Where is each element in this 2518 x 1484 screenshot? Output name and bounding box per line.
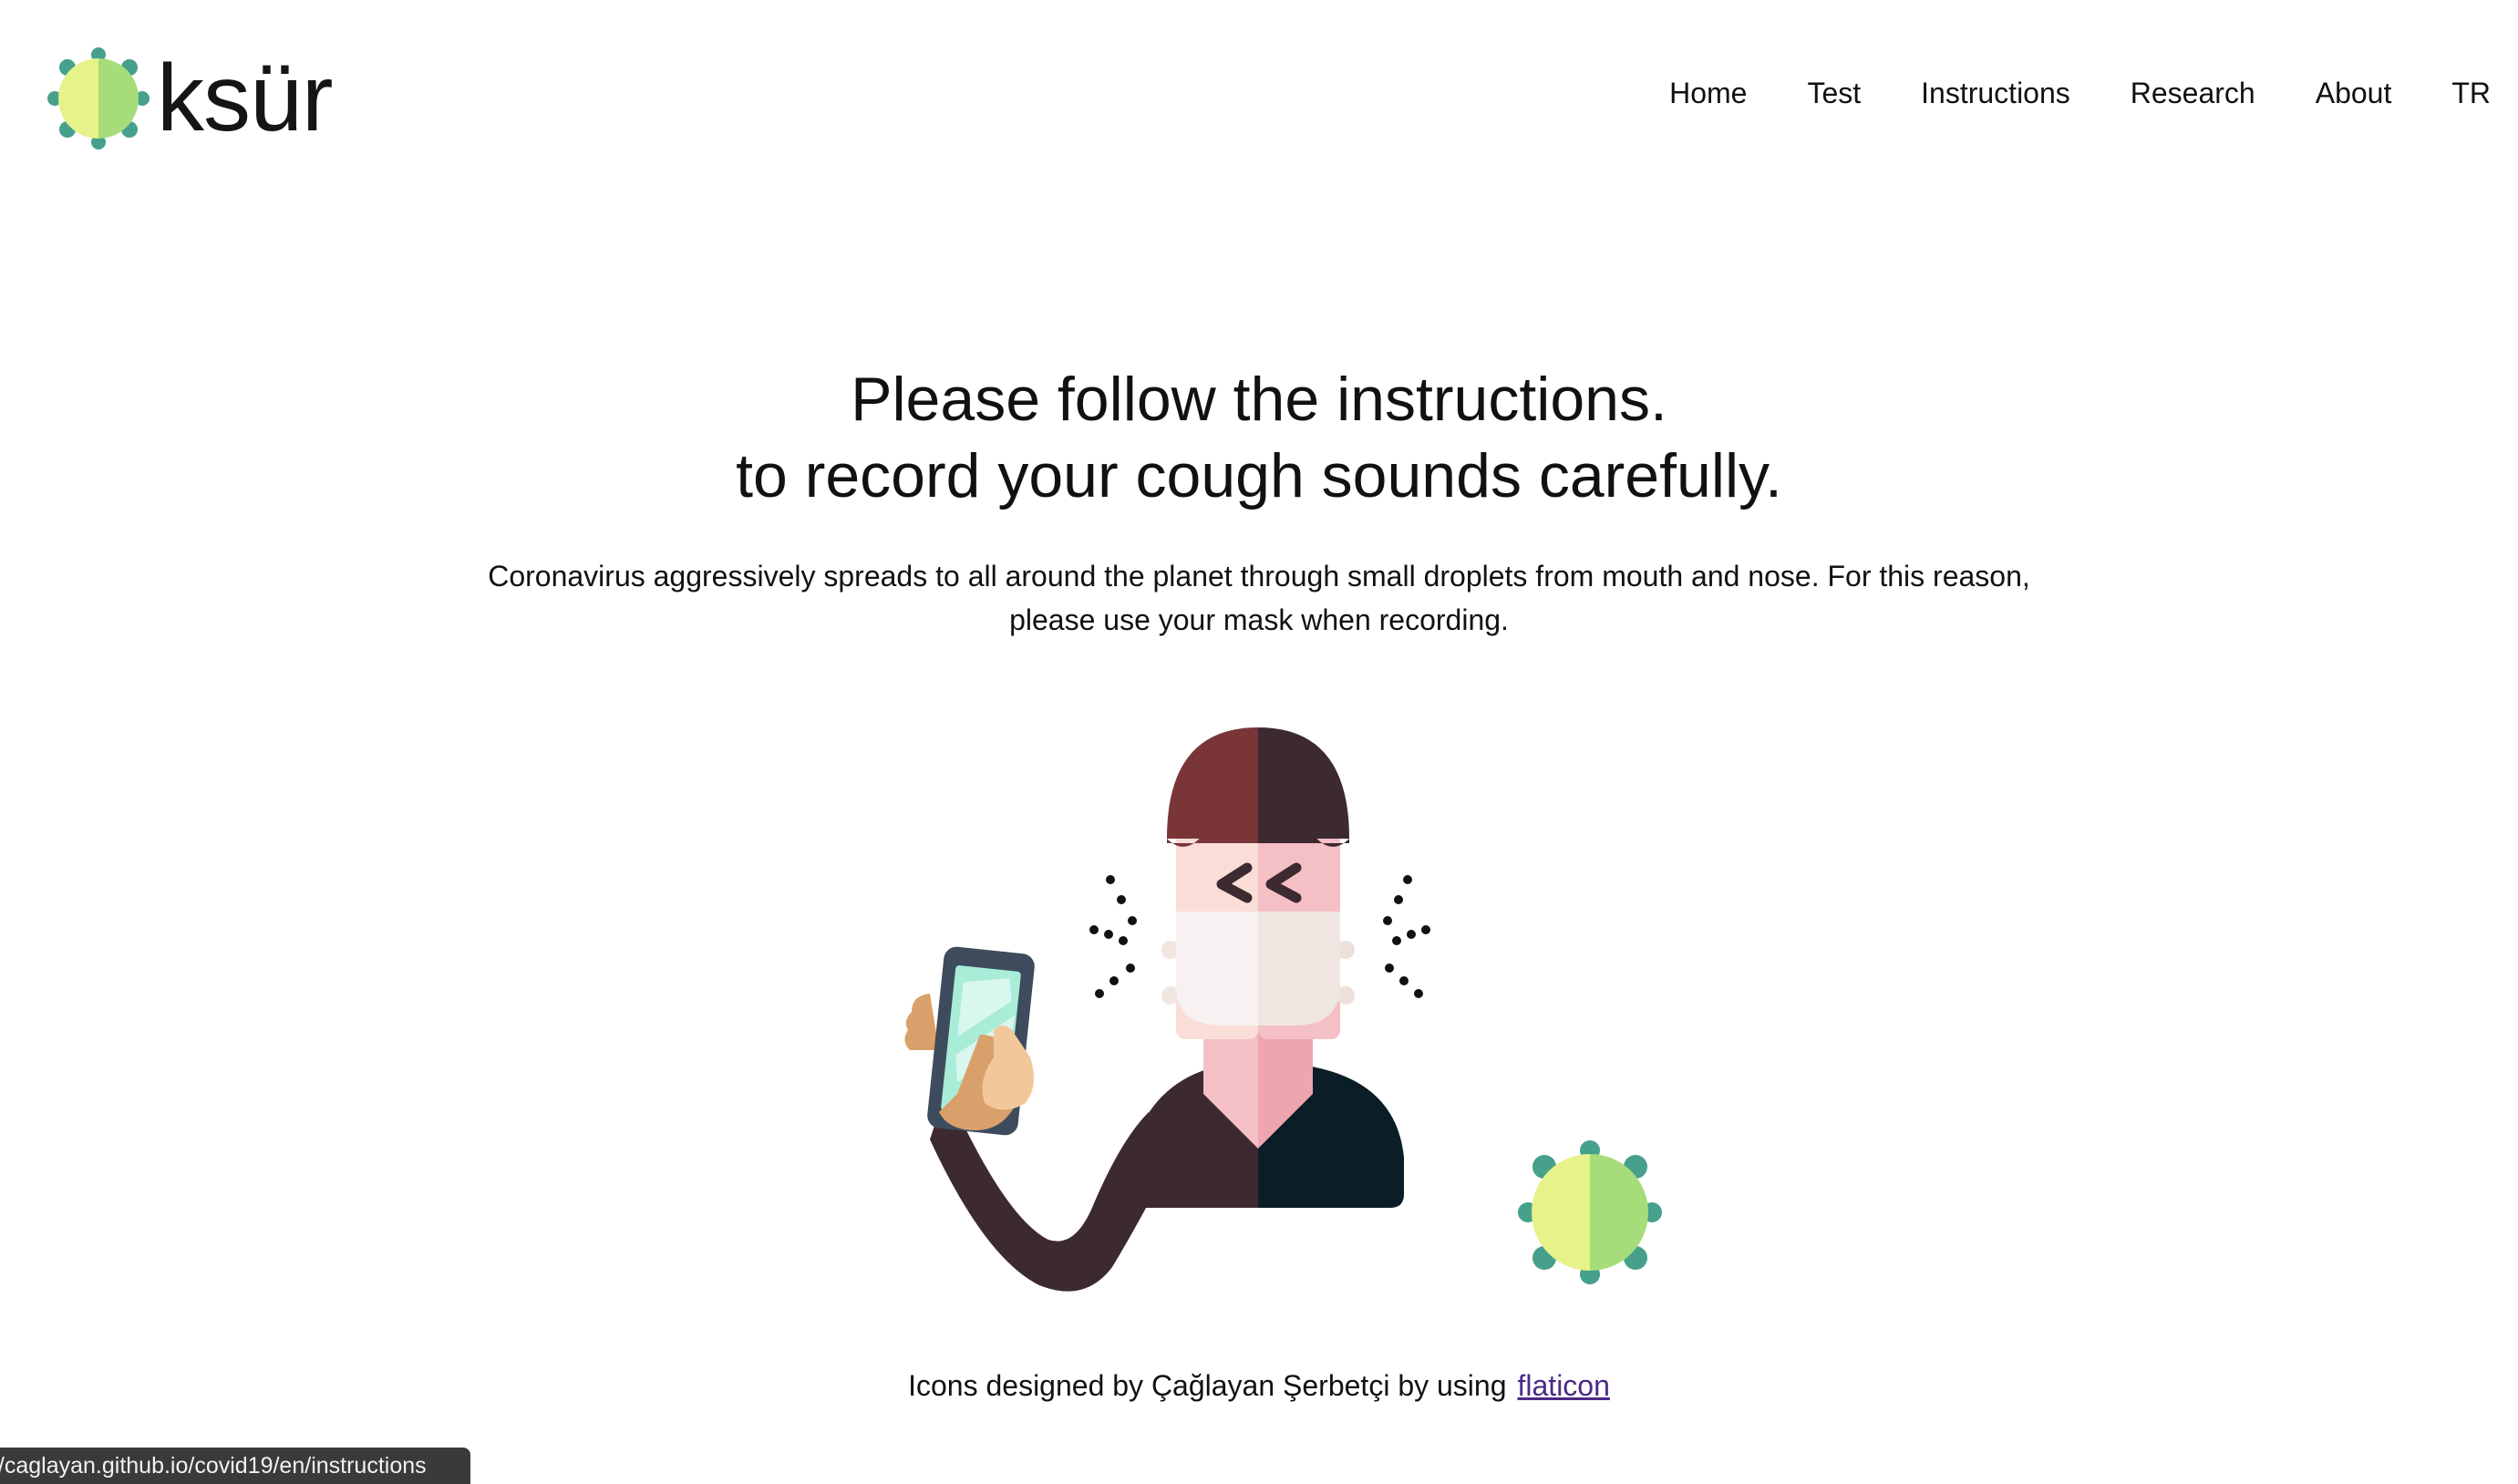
nav-test[interactable]: Test <box>1807 78 1861 108</box>
description-line2: please use your mask when recording. <box>1009 603 1509 636</box>
brand-name: ksür <box>157 46 333 151</box>
nav-instructions[interactable]: Instructions <box>1921 78 2070 108</box>
droplets-right <box>1383 875 1430 998</box>
hair <box>1167 727 1258 839</box>
droplets-left <box>1089 875 1137 998</box>
nav-language-tr[interactable]: TR <box>2451 78 2491 108</box>
nav-research[interactable]: Research <box>2131 78 2255 108</box>
description-line1: Coronavirus aggressively spreads to all … <box>488 560 2030 593</box>
arm <box>930 1112 1158 1292</box>
status-url-text: ://caglayan.github.io/covid19/en/instruc… <box>0 1453 427 1479</box>
nav-about[interactable]: About <box>2316 78 2392 108</box>
page-title-line2: to record your cough sounds carefully. <box>736 441 1782 510</box>
hand-holding-phone <box>904 946 1035 1136</box>
main-nav: Home Test Instructions Research About TR <box>1609 78 2491 108</box>
nav-home[interactable]: Home <box>1669 78 1747 108</box>
status-bar-url: ://caglayan.github.io/covid19/en/instruc… <box>0 1448 470 1484</box>
page-title-line1: Please follow the instructions. <box>851 365 1667 434</box>
icon-credit: Icons designed by Çağlayan Şerbetçi by u… <box>0 1367 2518 1404</box>
face-mask <box>1176 912 1258 1025</box>
virus-logo-icon <box>47 47 150 149</box>
page: ksür Home Test Instructions Research Abo… <box>0 0 2518 1484</box>
credit-text: Icons designed by Çağlayan Şerbetçi by u… <box>908 1369 1507 1402</box>
virus-icon <box>1518 1140 1662 1284</box>
flaticon-link[interactable]: flaticon <box>1518 1369 1610 1402</box>
logo-home-link[interactable]: ksür <box>47 46 333 151</box>
